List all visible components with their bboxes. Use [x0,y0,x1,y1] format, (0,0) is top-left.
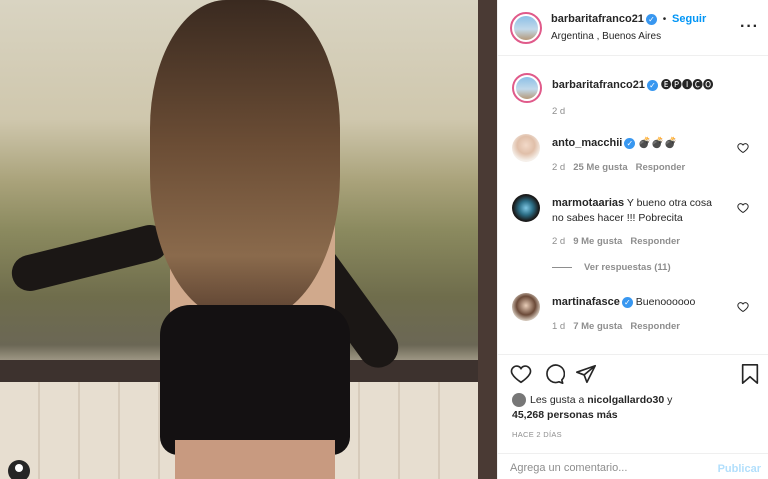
heart-icon[interactable] [737,301,749,313]
post-photo[interactable] [0,0,497,479]
liker-username[interactable]: nicolgallardo30 [587,394,664,406]
window-frame [478,0,497,479]
heart-icon[interactable] [510,363,532,385]
comment-time: 2 d [552,162,566,173]
comment-item: martinafasce ✓ Buenoooooo 1 d 7 Me gusta Re… [512,293,757,338]
verified-icon: ✓ [646,79,658,91]
comment-username[interactable]: martinafasce [552,296,620,308]
comment-likes[interactable]: 9 Me gusta [573,236,622,247]
caption-text: 🅔🅟🅘🅒🅞 [660,79,714,91]
reply-button[interactable]: Responder [630,321,680,332]
verified-icon: ✓ [624,137,636,149]
likes-summary: Les gusta a nicolgallardo30 y 45,268 per… [512,393,757,423]
post-actions: Les gusta a nicolgallardo30 y 45,268 per… [498,354,768,475]
view-replies-label: Ver respuestas (11) [584,262,671,273]
more-horizontal-icon[interactable]: ··· [740,18,759,36]
author-avatar[interactable] [510,12,542,44]
bookmark-icon[interactable] [740,363,760,385]
commenter-avatar[interactable] [512,134,540,162]
comment-item: anto_macchii ✓ 💣💣💣 2 d 25 Me gusta Responde… [512,134,757,179]
post-timeago[interactable]: HACE 2 DÍAS [512,430,562,439]
share-icon[interactable] [575,363,597,385]
comment-time: 2 d [552,236,566,247]
photo-skirt [160,305,350,455]
follow-button[interactable]: Seguir [672,13,706,25]
caption-username[interactable]: barbaritafranco21 [552,79,645,91]
author-username[interactable]: barbaritafranco21 [551,13,644,25]
view-replies-button[interactable]: Ver respuestas (11) [552,262,671,273]
heart-icon[interactable] [737,202,749,214]
publish-button[interactable]: Publicar [718,463,761,475]
comment-input[interactable] [510,462,700,474]
comment-time: 1 d [552,321,566,332]
liker-avatar[interactable] [512,393,526,408]
post-panel: barbaritafranco21 ✓ • Seguir Argentina , … [497,0,768,479]
photo-legs [175,440,335,479]
comment-item: marmotaarias Y bueno otra cosa no sabes … [512,194,757,254]
reply-button[interactable]: Responder [636,162,686,173]
post-location[interactable]: Argentina , Buenos Aires [551,31,661,42]
verified-icon: ✓ [621,296,633,308]
comment-likes[interactable]: 25 Me gusta [573,162,627,173]
comment-likes[interactable]: 7 Me gusta [573,321,622,332]
likes-suffix: y [664,394,673,406]
photo-arm-left [8,221,172,295]
reply-button[interactable]: Responder [630,236,680,247]
photo-hair [150,0,340,320]
post-header: barbaritafranco21 ✓ • Seguir Argentina , … [498,0,768,56]
verified-icon: ✓ [645,13,657,25]
likes-count[interactable]: 45,268 personas más [512,409,618,421]
caption: barbaritafranco21 ✓ 🅔🅟🅘🅒🅞 2 d [512,73,757,119]
add-comment-bar: Publicar [498,453,768,479]
caption-time: 2 d [552,106,566,117]
tagged-user-icon[interactable] [8,460,30,479]
comments-list[interactable]: barbaritafranco21 ✓ 🅔🅟🅘🅒🅞 2 d anto_macchi… [498,57,768,353]
comment-text: Buenoooooo [635,296,696,308]
commenter-avatar[interactable] [512,194,540,222]
caption-avatar[interactable] [512,73,542,103]
comment-username[interactable]: anto_macchii [552,137,622,149]
heart-icon[interactable] [737,142,749,154]
comment-username[interactable]: marmotaarias [552,197,624,209]
comment-icon[interactable] [543,363,565,385]
commenter-avatar[interactable] [512,293,540,321]
comment-text: 💣💣💣 [638,137,678,149]
action-bar [510,363,760,387]
likes-prefix: Les gusta a [530,394,588,406]
